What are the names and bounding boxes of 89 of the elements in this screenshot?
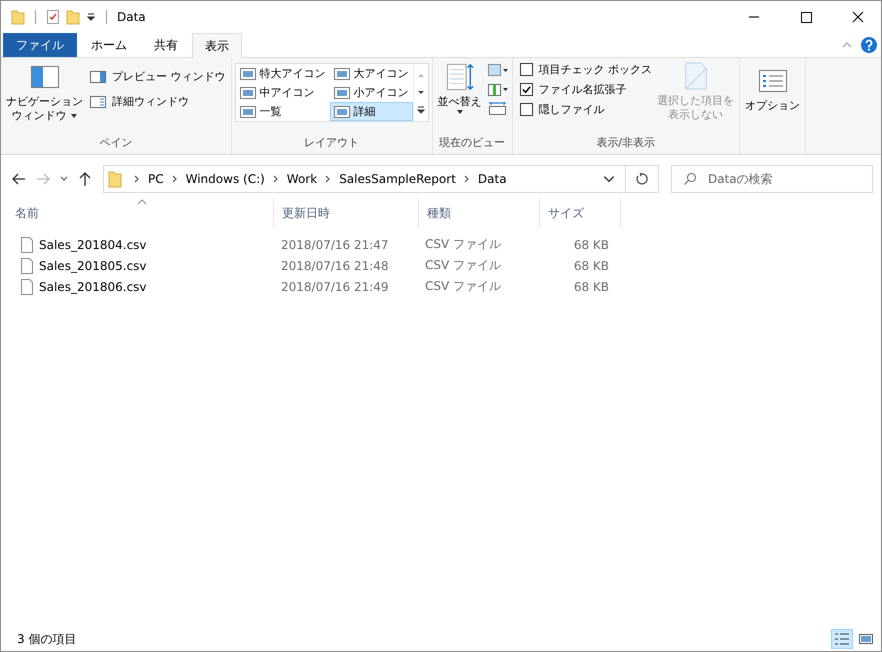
checklist-icon[interactable] xyxy=(46,9,60,25)
sort-ascending-icon xyxy=(137,199,147,205)
dropdown-icon[interactable] xyxy=(86,12,96,22)
file-icon xyxy=(21,278,33,294)
details-pane-button[interactable]: 詳細ウィンドウ xyxy=(88,92,228,111)
help-icon[interactable] xyxy=(861,37,877,53)
caret-icon xyxy=(456,109,464,115)
group-label: レイアウト xyxy=(303,135,360,151)
refresh-icon[interactable] xyxy=(635,172,649,186)
file-icon xyxy=(21,258,33,274)
column-header[interactable]: 名前 xyxy=(15,204,39,222)
group-by-icon[interactable] xyxy=(486,63,508,77)
add-columns-icon[interactable] xyxy=(486,82,508,96)
file-name[interactable]: Sales_201804.csv xyxy=(39,238,147,252)
view-icon xyxy=(240,86,256,98)
table-cell: 68 KB xyxy=(574,238,609,252)
breadcrumb[interactable]: Work xyxy=(286,172,318,186)
search-field[interactable]: Dataの検索 xyxy=(671,165,873,193)
column-header[interactable]: サイズ xyxy=(548,204,584,222)
breadcrumb[interactable]: Windows (C:) xyxy=(186,172,265,186)
folder-icon xyxy=(108,170,122,188)
checkbox-label: ファイル名拡張子 xyxy=(538,82,626,97)
table-cell: 2018/07/16 21:48 xyxy=(281,258,389,272)
details-view-button[interactable] xyxy=(831,629,853,649)
back-arrow-icon[interactable] xyxy=(11,171,27,187)
table-cell: 68 KB xyxy=(574,280,609,294)
breadcrumb[interactable]: PC xyxy=(148,172,164,186)
details-list-icon xyxy=(834,632,850,646)
layout-option[interactable]: 特大アイコン xyxy=(236,64,330,83)
options-list-icon xyxy=(758,67,788,95)
breadcrumb[interactable]: SalesSampleReport xyxy=(339,172,456,186)
table-cell: CSV ファイル xyxy=(425,257,502,274)
collapse-ribbon-icon[interactable] xyxy=(841,41,853,49)
table-cell: 2018/07/16 21:49 xyxy=(281,280,389,294)
checkbox[interactable] xyxy=(520,63,532,76)
group-label: ペイン xyxy=(98,135,134,151)
address-bar[interactable]: PC Windows (C:) Work SalesSampleReport Data xyxy=(103,165,659,193)
item-count: 3 個の項目 xyxy=(17,630,76,648)
chevron-right-icon[interactable] xyxy=(462,174,471,184)
sort-icon xyxy=(444,63,474,91)
checkbox[interactable] xyxy=(520,103,532,116)
table-cell: 2018/07/16 21:47 xyxy=(281,238,389,252)
view-icon xyxy=(240,106,256,118)
layout-option[interactable]: 一覧 xyxy=(236,102,330,121)
caret-icon xyxy=(70,113,78,119)
checkbox[interactable] xyxy=(520,83,532,96)
file-icon xyxy=(21,236,33,252)
layout-option[interactable]: 詳細 xyxy=(330,102,412,121)
table-cell: CSV ファイル xyxy=(425,236,502,253)
navigation-pane-button[interactable]: ナビゲーション ウィンドウ xyxy=(4,61,85,125)
window-title: Data xyxy=(117,10,146,24)
up-arrow-icon[interactable] xyxy=(77,171,93,187)
picture-icon xyxy=(858,632,874,646)
chevron-right-icon[interactable] xyxy=(133,174,141,184)
breadcrumb[interactable]: Data xyxy=(478,172,507,186)
file-name[interactable]: Sales_201806.csv xyxy=(39,280,147,294)
pane-icon xyxy=(90,70,106,82)
view-icon xyxy=(334,106,350,118)
layout-option[interactable]: 中アイコン xyxy=(236,83,330,102)
view-icon xyxy=(240,68,256,80)
chevron-right-icon[interactable] xyxy=(272,174,280,184)
sort-button[interactable]: 並べ替え xyxy=(436,61,484,117)
group-label: 表示/非表示 xyxy=(595,135,656,151)
column-header[interactable]: 種類 xyxy=(427,204,451,222)
chevron-right-icon[interactable] xyxy=(170,174,179,184)
table-cell: 68 KB xyxy=(574,258,609,272)
ribbon-tab[interactable]: ファイル xyxy=(3,33,77,57)
ribbon-tab[interactable]: 表示 xyxy=(192,33,242,58)
options-button[interactable]: オプション xyxy=(743,61,802,115)
ribbon-tab[interactable]: ホーム xyxy=(78,33,140,57)
checkbox-label: 項目チェック ボックス xyxy=(538,62,652,77)
column-header[interactable]: 更新日時 xyxy=(282,204,330,222)
preview-pane-button[interactable]: プレビュー ウィンドウ xyxy=(88,67,228,86)
size-columns-icon[interactable] xyxy=(486,101,508,115)
checkbox-label: 隠しファイル xyxy=(538,102,604,117)
view-icon xyxy=(334,68,350,80)
file-name[interactable]: Sales_201805.csv xyxy=(39,258,147,272)
expand-icon[interactable] xyxy=(416,106,426,114)
ribbon-tab[interactable]: 共有 xyxy=(141,33,191,57)
view-icon xyxy=(334,86,350,98)
scroll-down-icon[interactable] xyxy=(416,88,426,96)
table-cell: CSV ファイル xyxy=(425,278,502,295)
search-icon xyxy=(683,172,697,186)
group-label: 現在のビュー xyxy=(438,135,506,151)
pane-icon xyxy=(90,96,106,108)
layout-option[interactable]: 大アイコン xyxy=(330,64,412,83)
pane-icon xyxy=(30,63,60,91)
layout-option[interactable]: 小アイコン xyxy=(330,83,412,102)
chevron-right-icon[interactable] xyxy=(324,174,332,184)
